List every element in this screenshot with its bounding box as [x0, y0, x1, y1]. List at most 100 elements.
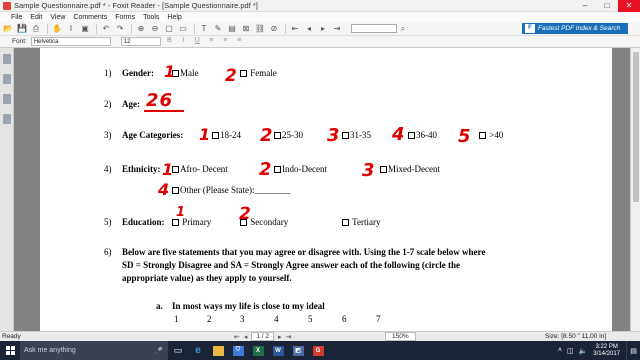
- prev-page-icon[interactable]: ◂: [303, 23, 315, 34]
- app-icon[interactable]: ◩: [288, 341, 308, 360]
- menu-tools[interactable]: Tools: [143, 14, 159, 21]
- q1-option-female[interactable]: Female: [240, 68, 277, 78]
- bookmarks-icon[interactable]: [3, 54, 11, 64]
- next-page-icon[interactable]: ▸: [317, 23, 329, 34]
- cortana-search-box[interactable]: Ask me anything 🎤: [20, 341, 168, 360]
- note-icon[interactable]: ✎: [212, 23, 224, 34]
- font-size-select[interactable]: 12: [120, 37, 161, 46]
- q1-option-male[interactable]: Male: [172, 68, 199, 78]
- pages-icon[interactable]: [3, 74, 11, 84]
- q3-option-36-40[interactable]: 36-40: [408, 130, 437, 140]
- edge-icon[interactable]: e: [188, 341, 208, 360]
- scale-5[interactable]: 5: [308, 314, 313, 324]
- align-center-icon[interactable]: ≡: [220, 37, 231, 46]
- find-icon[interactable]: ⌕: [397, 23, 409, 34]
- q4-option-mixed[interactable]: Mixed-Decent: [380, 164, 440, 174]
- snapshot-icon[interactable]: ▣: [79, 23, 91, 34]
- stamp-icon[interactable]: ⊠: [240, 23, 252, 34]
- find-input[interactable]: [351, 24, 397, 33]
- font-family-select[interactable]: Helvetica: [30, 37, 111, 46]
- q4-option-indo[interactable]: Indo-Decent: [274, 164, 327, 174]
- q4-number: 4): [104, 164, 112, 174]
- scale-4[interactable]: 4: [274, 314, 279, 324]
- italic-icon[interactable]: I: [178, 37, 189, 46]
- select-text-icon[interactable]: I: [65, 23, 77, 34]
- menu-file[interactable]: File: [11, 14, 22, 21]
- vertical-scrollbar[interactable]: [630, 48, 640, 331]
- tray-chevron-icon[interactable]: ˄: [558, 347, 562, 354]
- windows-taskbar: Ask me anything 🎤 ▭ e ⛉ X W ◩ G ˄ ◫ 🔈 3:…: [0, 341, 640, 360]
- align-left-icon[interactable]: ≡: [206, 37, 217, 46]
- font-label: Font:: [12, 38, 27, 45]
- document-viewport[interactable]: 1) Gender: Male Female 2) Age: 3) Age Ca…: [14, 48, 630, 331]
- last-page-status-icon[interactable]: ⇥: [286, 333, 292, 341]
- menu-help[interactable]: Help: [167, 14, 181, 21]
- hand-tool-icon[interactable]: ✋: [51, 23, 63, 34]
- font-toolbar: Font: Helvetica 12 B I U ≡ ≡ ≡: [0, 36, 640, 48]
- q5-option-tertiary[interactable]: Tertiary: [342, 217, 380, 227]
- checkbox[interactable]: [240, 70, 247, 77]
- scale-2[interactable]: 2: [207, 314, 212, 324]
- underline-icon[interactable]: U: [192, 37, 203, 46]
- q3-option-over-40[interactable]: >40: [479, 130, 503, 140]
- attachments-icon[interactable]: [3, 114, 11, 124]
- typewriter-icon[interactable]: T: [198, 23, 210, 34]
- excel-icon[interactable]: X: [248, 341, 268, 360]
- word-icon[interactable]: W: [268, 341, 288, 360]
- zoom-select[interactable]: 150%: [385, 332, 416, 341]
- zoom-out-icon[interactable]: ⊖: [149, 23, 161, 34]
- notifications-icon[interactable]: ▤: [626, 341, 640, 360]
- clock[interactable]: 3:22 PM 3/14/2017: [593, 344, 620, 358]
- last-page-icon[interactable]: ⇥: [331, 23, 343, 34]
- highlight-icon[interactable]: ▤: [226, 23, 238, 34]
- open-icon[interactable]: 📂: [2, 23, 14, 34]
- task-view-icon[interactable]: ▭: [168, 341, 188, 360]
- attach-icon[interactable]: ⊘: [268, 23, 280, 34]
- page-number-input[interactable]: 1 / 2: [251, 332, 275, 341]
- q4-option-afro[interactable]: Afro- Decent: [172, 164, 228, 174]
- save-icon[interactable]: 💾: [16, 23, 28, 34]
- scale-1[interactable]: 1: [174, 314, 179, 324]
- next-page-status-icon[interactable]: ▸: [278, 333, 282, 341]
- zoom-in-icon[interactable]: ⊕: [135, 23, 147, 34]
- volume-icon[interactable]: 🔈: [579, 347, 588, 355]
- print-icon[interactable]: ⎙: [30, 23, 42, 34]
- q3-option-25-30[interactable]: 25-30: [274, 130, 303, 140]
- menu-comments[interactable]: Comments: [73, 14, 107, 21]
- align-right-icon[interactable]: ≡: [234, 37, 245, 46]
- store-icon[interactable]: ⛉: [228, 341, 248, 360]
- link-icon[interactable]: ⛓: [254, 23, 266, 34]
- close-icon[interactable]: ✕: [618, 0, 640, 12]
- menu-edit[interactable]: Edit: [30, 14, 42, 21]
- pdf-page[interactable]: 1) Gender: Male Female 2) Age: 3) Age Ca…: [40, 48, 612, 331]
- scale-6[interactable]: 6: [342, 314, 347, 324]
- minimize-icon[interactable]: –: [574, 0, 596, 12]
- layers-icon[interactable]: [3, 94, 11, 104]
- first-page-status-icon[interactable]: ⇤: [234, 333, 240, 341]
- handwritten-agecat-1: 1: [199, 125, 211, 144]
- file-explorer-icon[interactable]: [208, 341, 228, 360]
- menu-view[interactable]: View: [50, 14, 65, 21]
- scrollbar-thumb[interactable]: [633, 52, 639, 202]
- first-page-icon[interactable]: ⇤: [289, 23, 301, 34]
- q2-label: Age:: [122, 99, 140, 109]
- bold-icon[interactable]: B: [164, 37, 175, 46]
- foxit-taskbar-icon[interactable]: G: [308, 341, 328, 360]
- maximize-icon[interactable]: □: [596, 0, 618, 12]
- q3-number: 3): [104, 130, 112, 140]
- start-button[interactable]: [0, 341, 20, 360]
- prev-page-status-icon[interactable]: ◂: [244, 333, 248, 341]
- q4-option-other[interactable]: Other (Please State):________: [172, 185, 290, 195]
- undo-icon[interactable]: ↶: [100, 23, 112, 34]
- q3-option-18-24[interactable]: 18-24: [212, 130, 241, 140]
- microphone-icon[interactable]: 🎤: [154, 347, 163, 355]
- scale-3[interactable]: 3: [240, 314, 245, 324]
- scale-7[interactable]: 7: [376, 314, 381, 324]
- q3-option-31-35[interactable]: 31-35: [342, 130, 371, 140]
- menu-forms[interactable]: Forms: [115, 14, 135, 21]
- fit-page-icon[interactable]: ▢: [163, 23, 175, 34]
- ad-banner[interactable]: F Fastest PDF Index & Search: [522, 23, 628, 34]
- network-icon[interactable]: ◫: [567, 347, 574, 355]
- fit-width-icon[interactable]: ▭: [177, 23, 189, 34]
- redo-icon[interactable]: ↷: [114, 23, 126, 34]
